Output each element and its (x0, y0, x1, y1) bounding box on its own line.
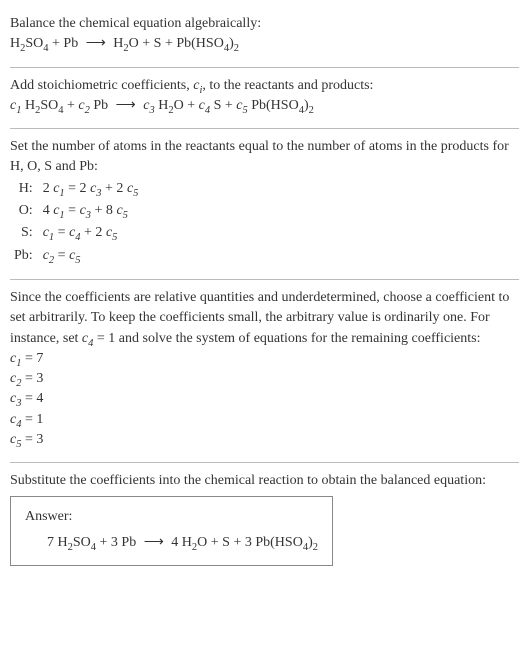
element-label: O: (12, 200, 41, 222)
reaction-arrow: ⟶ (140, 535, 168, 550)
products-tail: O + S + Pb(HSO4)2 (129, 36, 239, 51)
table-row: S: c1 = c4 + 2 c5 (12, 222, 144, 244)
divider (10, 462, 519, 463)
instruction-text: Set the number of atoms in the reactants… (10, 137, 519, 178)
species-h2o: H2 (110, 36, 129, 51)
solution-line: c2 = 3 (10, 369, 519, 389)
divider (10, 279, 519, 280)
plus-text: + Pb (49, 36, 82, 51)
coef-c1: c1 (10, 98, 21, 113)
species-h2o: H2 (155, 98, 174, 113)
answer-label: Answer: (25, 507, 318, 527)
coef-c5: c5 (236, 98, 247, 113)
instruction-text: Since the coefficients are relative quan… (10, 288, 519, 349)
reaction-arrow: ⟶ (82, 36, 110, 51)
unbalanced-equation: H2SO4 + Pb ⟶ H2O + S + Pb(HSO4)2 (10, 34, 519, 54)
solution-line: c3 = 4 (10, 389, 519, 409)
reaction-arrow: ⟶ (112, 98, 140, 113)
balance-equation: c1 = c4 + 2 c5 (41, 222, 145, 244)
set-coefficient: c4 (82, 331, 93, 346)
answer-box: Answer: 7 H2SO4 + 3 Pb ⟶ 4 H2O + S + 3 P… (10, 496, 333, 567)
species-h2so4: H2SO4 (10, 36, 49, 51)
problem-statement: Balance the chemical equation algebraica… (10, 14, 519, 34)
section-add-coefficients: Add stoichiometric coefficients, ci, to … (10, 70, 519, 127)
balanced-equation: 7 H2SO4 + 3 Pb ⟶ 4 H2O + S + 3 Pb(HSO4)2 (25, 533, 318, 553)
atom-balance-table: H: 2 c1 = 2 c3 + 2 c5 O: 4 c1 = c3 + 8 c… (12, 178, 144, 267)
table-row: H: 2 c1 = 2 c3 + 2 c5 (12, 178, 144, 200)
balance-equation: c2 = c5 (41, 245, 145, 267)
species-h2o: 4 H2 (168, 535, 197, 550)
species-pbhso42: Pb(HSO4)2 (248, 98, 314, 113)
instruction-text: Add stoichiometric coefficients, ci, to … (10, 76, 519, 96)
solution-line: c5 = 3 (10, 430, 519, 450)
divider (10, 67, 519, 68)
section-problem: Balance the chemical equation algebraica… (10, 8, 519, 65)
section-solve: Since the coefficients are relative quan… (10, 282, 519, 460)
solution-line: c1 = 7 (10, 349, 519, 369)
divider (10, 128, 519, 129)
table-row: O: 4 c1 = c3 + 8 c5 (12, 200, 144, 222)
element-label: S: (12, 222, 41, 244)
element-label: H: (12, 178, 41, 200)
balance-equation: 4 c1 = c3 + 8 c5 (41, 200, 145, 222)
coef-c2: c2 (78, 98, 89, 113)
coef-c4: c4 (199, 98, 210, 113)
balance-equation: 2 c1 = 2 c3 + 2 c5 (41, 178, 145, 200)
section-answer: Substitute the coefficients into the che… (10, 465, 519, 576)
section-atom-equations: Set the number of atoms in the reactants… (10, 131, 519, 277)
instruction-text: Substitute the coefficients into the che… (10, 471, 519, 491)
coef-c3: c3 (140, 98, 155, 113)
table-row: Pb: c2 = c5 (12, 245, 144, 267)
species-h2so4: 7 H2SO4 (47, 535, 96, 550)
solution-line: c4 = 1 (10, 410, 519, 430)
solutions-list: c1 = 7 c2 = 3 c3 = 4 c4 = 1 c5 = 3 (10, 349, 519, 450)
element-label: Pb: (12, 245, 41, 267)
species-h2so4: H2SO4 (21, 98, 63, 113)
products-tail: O + S + 3 Pb(HSO4)2 (197, 535, 318, 550)
stoich-equation: c1 H2SO4 + c2 Pb ⟶ c3 H2O + c4 S + c5 Pb… (10, 96, 519, 116)
